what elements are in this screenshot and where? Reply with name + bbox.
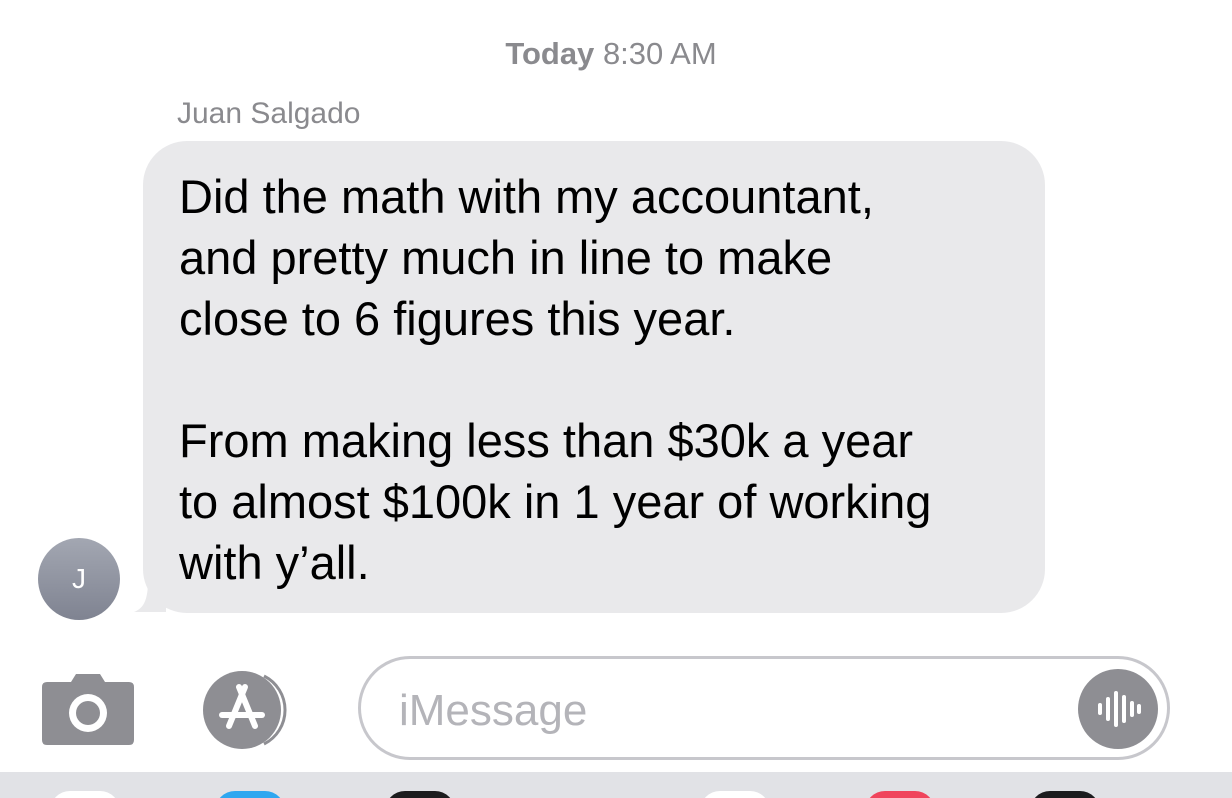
timestamp-time: 8:30 AM (602, 36, 717, 71)
message-text-line: to almost $100k in 1 year of working (179, 475, 932, 528)
app-icon[interactable] (50, 791, 120, 798)
message-text-line: and pretty much in line to make (179, 231, 833, 284)
message-text-line: From making less than $30k a year (179, 414, 914, 467)
app-icon[interactable] (385, 791, 455, 798)
app-icon[interactable] (700, 791, 770, 798)
message-text-line: close to 6 figures this year. (179, 292, 736, 345)
sender-name: Juan Salgado (177, 97, 361, 130)
imessage-input[interactable]: iMessage (358, 656, 1170, 760)
app-icon[interactable] (865, 791, 935, 798)
app-store-button[interactable] (200, 670, 312, 750)
avatar-initial: J (72, 563, 86, 594)
app-drawer-tray (0, 772, 1232, 798)
messages-screen: Today 8:30 AM Juan Salgado J Did the mat… (0, 0, 1232, 798)
timestamp-day: Today (505, 36, 595, 71)
avatar[interactable]: J (38, 538, 120, 620)
camera-button[interactable] (41, 672, 135, 746)
imessage-placeholder: iMessage (399, 686, 588, 735)
audio-record-button[interactable] (1078, 669, 1158, 749)
app-icon[interactable] (1030, 791, 1100, 798)
message-timestamp: Today 8:30 AM (0, 36, 1222, 72)
app-store-icon (203, 671, 287, 749)
app-icon[interactable] (215, 791, 285, 798)
audio-waveform-icon (1098, 691, 1141, 727)
message-text-line: with y’all. (179, 536, 370, 589)
camera-icon (42, 674, 134, 745)
message-text-line: Did the math with my accountant, (179, 170, 874, 223)
message-bubble[interactable]: Did the math with my accountant, and pre… (143, 141, 1045, 613)
